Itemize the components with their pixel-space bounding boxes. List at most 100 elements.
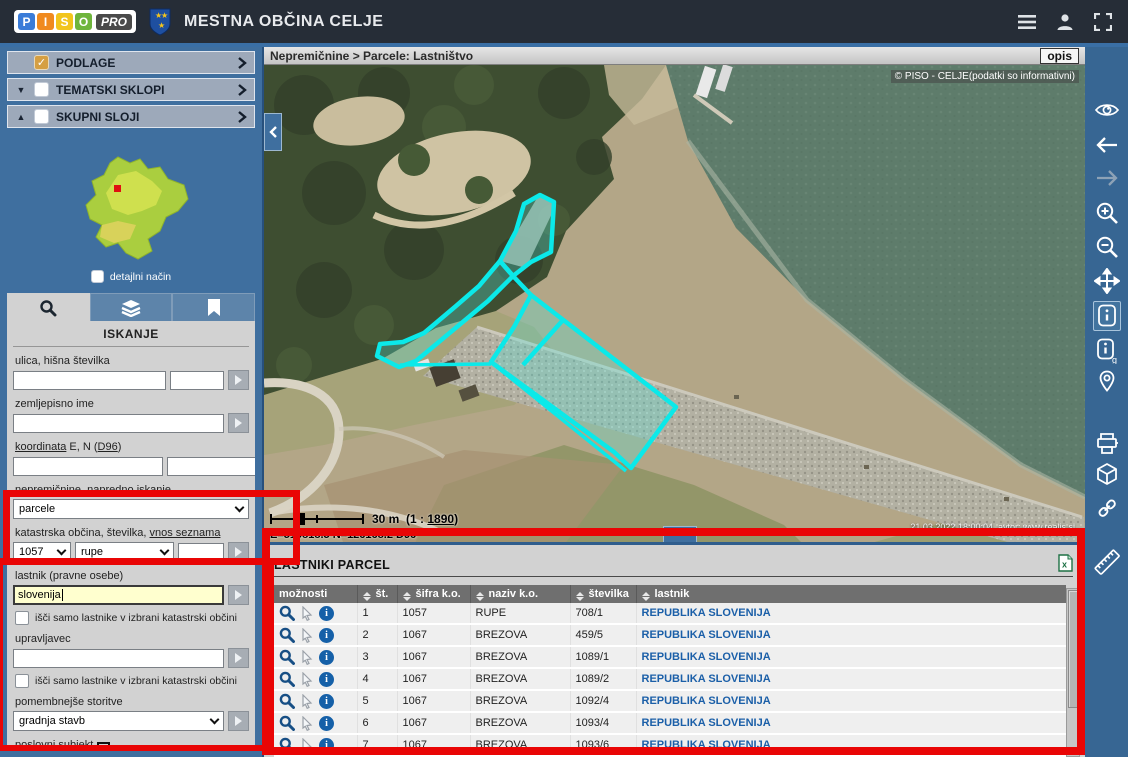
d96-link[interactable]: D96 bbox=[98, 441, 118, 453]
table-row[interactable]: i 5 1067 BREZOVA 1092/4 REPUBLIKA SLOVEN… bbox=[274, 690, 1066, 712]
owner-link[interactable]: REPUBLIKA SLOVENIJA bbox=[642, 629, 771, 641]
expander-icon[interactable]: ▲ bbox=[15, 112, 27, 122]
scale-ratio-link[interactable]: 1890 bbox=[427, 512, 454, 526]
owner-link[interactable]: REPUBLIKA SLOVENIJA bbox=[642, 739, 771, 751]
share-link-button[interactable] bbox=[1085, 495, 1128, 521]
sidebar-collapse-button[interactable] bbox=[264, 113, 282, 151]
street-input[interactable] bbox=[13, 371, 166, 390]
parcel-info-icon[interactable]: i bbox=[319, 628, 334, 643]
pan-button[interactable] bbox=[1085, 268, 1128, 294]
sort-icon[interactable] bbox=[642, 592, 650, 601]
print-button[interactable] bbox=[1085, 431, 1128, 455]
tab-search[interactable] bbox=[7, 293, 90, 321]
owner-link[interactable]: REPUBLIKA SLOVENIJA bbox=[642, 651, 771, 663]
geoname-search-button[interactable] bbox=[228, 413, 249, 433]
sort-icon[interactable] bbox=[476, 592, 484, 601]
history-back-button[interactable] bbox=[1085, 135, 1128, 155]
street-search-button[interactable] bbox=[228, 370, 249, 390]
select-cursor-icon[interactable] bbox=[300, 650, 314, 665]
zoom-to-parcel-icon[interactable] bbox=[279, 737, 295, 753]
zoom-to-parcel-icon[interactable] bbox=[279, 715, 295, 731]
table-row[interactable]: i 6 1067 BREZOVA 1093/4 REPUBLIKA SLOVEN… bbox=[274, 712, 1066, 734]
parcel-info-icon[interactable]: i bbox=[319, 716, 334, 731]
coordinate-link[interactable]: koordinata bbox=[15, 441, 66, 453]
zoom-in-button[interactable] bbox=[1085, 200, 1128, 226]
view-3d-button[interactable] bbox=[1085, 461, 1128, 487]
owner-link[interactable]: REPUBLIKA SLOVENIJA bbox=[642, 607, 771, 619]
sort-icon[interactable] bbox=[403, 592, 411, 601]
tab-bookmarks[interactable] bbox=[172, 293, 255, 321]
user-icon[interactable] bbox=[1054, 11, 1076, 33]
table-row[interactable]: i 2 1067 BREZOVA 459/5 REPUBLIKA SLOVENI… bbox=[274, 624, 1066, 646]
owner-input[interactable]: slovenija bbox=[13, 585, 224, 605]
column-lastnik[interactable]: lastnik bbox=[636, 585, 1066, 603]
map-canvas[interactable]: © PISO - CELJE(podatki so informativni) … bbox=[264, 65, 1085, 545]
measure-button[interactable] bbox=[1085, 547, 1128, 577]
accordion-podlage[interactable]: ✓ PODLAGE bbox=[7, 51, 255, 74]
tab-layers[interactable] bbox=[90, 293, 173, 321]
cadastral-code-select[interactable]: 1057 bbox=[13, 542, 71, 562]
fullscreen-icon[interactable] bbox=[1092, 11, 1114, 33]
select-cursor-icon[interactable] bbox=[300, 606, 314, 621]
select-cursor-icon[interactable] bbox=[300, 628, 314, 643]
select-cursor-icon[interactable] bbox=[300, 738, 314, 753]
table-row[interactable]: i 3 1067 BREZOVA 1089/1 REPUBLIKA SLOVEN… bbox=[274, 646, 1066, 668]
skupni-checkbox[interactable] bbox=[34, 109, 49, 124]
owner-link[interactable]: REPUBLIKA SLOVENIJA bbox=[642, 717, 771, 729]
list-entry-link[interactable]: vnos seznama bbox=[150, 527, 221, 539]
manager-restrict-checkbox[interactable] bbox=[15, 674, 29, 688]
owner-link[interactable]: REPUBLIKA SLOVENIJA bbox=[642, 673, 771, 685]
select-cursor-icon[interactable] bbox=[300, 694, 314, 709]
history-forward-button[interactable] bbox=[1085, 168, 1128, 188]
services-select[interactable]: gradnja stavb bbox=[13, 711, 224, 731]
owner-search-button[interactable] bbox=[228, 585, 249, 605]
zoom-to-parcel-icon[interactable] bbox=[279, 671, 295, 687]
overview-map[interactable] bbox=[0, 150, 262, 266]
column-naziv-ko[interactable]: naziv k.o. bbox=[470, 585, 570, 603]
zoom-to-parcel-icon[interactable] bbox=[279, 693, 295, 709]
accordion-skupni-sloji[interactable]: ▲ SKUPNI SLOJI bbox=[7, 105, 255, 128]
parcel-info-icon[interactable]: i bbox=[319, 606, 334, 621]
parcel-info-icon[interactable]: i bbox=[319, 650, 334, 665]
geoname-input[interactable] bbox=[13, 414, 224, 433]
podlage-checkbox[interactable]: ✓ bbox=[34, 55, 49, 70]
accordion-tematski-sklopi[interactable]: ▼ TEMATSKI SKLOPI bbox=[7, 78, 255, 101]
table-row[interactable]: i 4 1067 BREZOVA 1089/2 REPUBLIKA SLOVEN… bbox=[274, 668, 1066, 690]
services-search-button[interactable] bbox=[228, 711, 249, 731]
table-collapse-handle[interactable] bbox=[663, 526, 697, 545]
info-button[interactable] bbox=[1085, 301, 1128, 331]
table-scrollbar[interactable] bbox=[1066, 588, 1080, 757]
parcel-info-icon[interactable]: i bbox=[319, 672, 334, 687]
business-register-icon[interactable] bbox=[97, 742, 110, 752]
info-group-button[interactable]: g bbox=[1085, 337, 1128, 364]
zoom-to-parcel-icon[interactable] bbox=[279, 627, 295, 643]
expander-icon[interactable]: ▼ bbox=[15, 85, 27, 95]
opis-button[interactable]: opis bbox=[1040, 48, 1079, 64]
select-cursor-icon[interactable] bbox=[300, 672, 314, 687]
column-st[interactable]: št. bbox=[357, 585, 397, 603]
zoom-to-parcel-icon[interactable] bbox=[279, 649, 295, 665]
zoom-out-button[interactable] bbox=[1085, 234, 1128, 260]
owner-restrict-checkbox[interactable] bbox=[15, 611, 29, 625]
manager-input[interactable] bbox=[13, 649, 224, 668]
table-scrollbar-thumb[interactable] bbox=[1068, 590, 1078, 708]
table-row[interactable]: i 1 1057 RUPE 708/1 REPUBLIKA SLOVENIJA bbox=[274, 603, 1066, 624]
select-cursor-icon[interactable] bbox=[300, 716, 314, 731]
tematski-checkbox[interactable] bbox=[34, 82, 49, 97]
advanced-search-link[interactable]: napredno iskanje bbox=[87, 484, 171, 496]
zoom-to-parcel-icon[interactable] bbox=[279, 605, 295, 621]
sort-icon[interactable] bbox=[363, 592, 371, 601]
sort-icon[interactable] bbox=[576, 592, 584, 601]
coordinate-e-input[interactable] bbox=[13, 457, 163, 476]
cadastral-search-button[interactable] bbox=[228, 542, 249, 562]
excel-export-icon[interactable]: x bbox=[1058, 554, 1073, 572]
parcel-number-input[interactable] bbox=[178, 543, 224, 562]
piso-logo[interactable]: P I S O PRO bbox=[14, 10, 136, 33]
column-stevilka[interactable]: številka bbox=[570, 585, 636, 603]
column-sifra-ko[interactable]: šifra k.o. bbox=[397, 585, 470, 603]
menu-icon[interactable] bbox=[1016, 11, 1038, 33]
cadastral-name-select[interactable]: rupe bbox=[75, 542, 174, 562]
table-row[interactable]: i 7 1067 BREZOVA 1093/6 REPUBLIKA SLOVEN… bbox=[274, 734, 1066, 756]
manager-search-button[interactable] bbox=[228, 648, 249, 668]
realestate-select[interactable]: parcele bbox=[13, 499, 249, 519]
